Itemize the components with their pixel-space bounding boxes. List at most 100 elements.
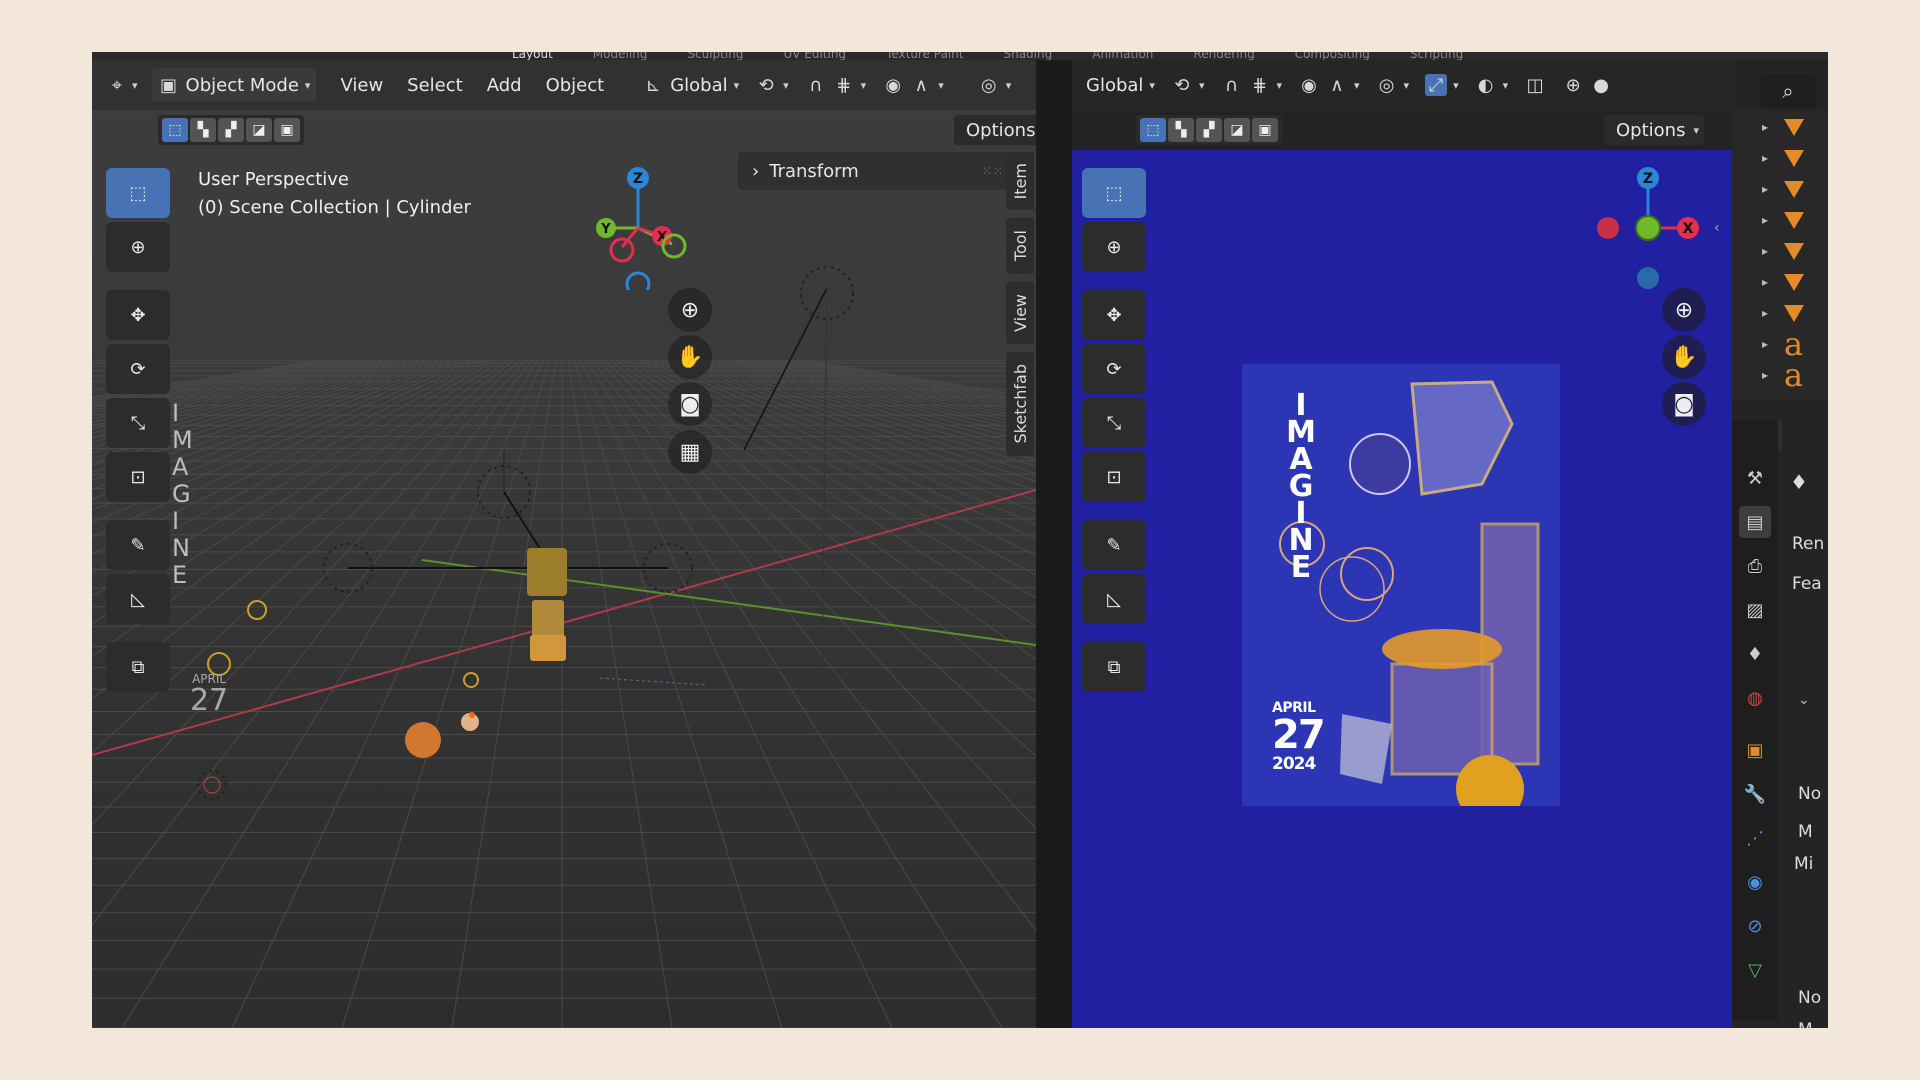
scale-tool[interactable]: ⤡ [1082,398,1146,448]
left-3d-viewport[interactable]: ⌖ ▾ ▣ Object Mode ▾ View Select Add Obje… [92,60,1036,1028]
cursor-3d[interactable] [197,770,227,800]
menu-view[interactable]: View [334,68,389,102]
cursor-tool[interactable]: ⊕ [1082,222,1146,272]
select-new-icon[interactable]: ⬚ [162,118,188,142]
zoom-button[interactable]: ⊕ [668,288,712,332]
outliner-row[interactable]: ▸ a [1762,328,1828,360]
workspace-tab[interactable]: Modeling [593,52,648,60]
y-axis-ball[interactable] [1635,215,1661,241]
tab-item[interactable]: Item [1006,152,1034,210]
camera-view-button[interactable]: ◙ [1662,382,1706,426]
outliner-row[interactable]: ▸ [1762,236,1828,266]
transform-orientation-dropdown[interactable]: ⊾ Global ▾ [636,68,745,102]
tab-tool[interactable]: Tool [1006,218,1034,274]
modifier-tab[interactable]: 🔧 [1739,778,1771,810]
outliner-row[interactable]: ▸ [1762,267,1828,297]
render-tab[interactable]: ▤ [1739,506,1771,538]
scale-tool[interactable]: ⤡ [106,398,170,448]
transform-tool[interactable]: ⊡ [1082,452,1146,502]
menu-object[interactable]: Object [540,68,611,102]
tab-view[interactable]: View [1006,282,1034,344]
workspace-tab[interactable]: Scripting [1410,52,1463,60]
workspace-tab[interactable]: Rendering [1193,52,1254,60]
cursor-tool[interactable]: ⊕ [106,222,170,272]
drag-handle-icon[interactable]: ⁙⁙ [982,164,1004,178]
workspace-tab[interactable]: Layout [512,52,553,60]
tab-sketchfab[interactable]: Sketchfab [1006,352,1034,456]
tool-tab[interactable]: ⚒ [1739,462,1771,494]
scene-tab[interactable]: ♦ [1739,638,1771,670]
snap-toggle[interactable]: ∩ ⋕ ▾ [799,68,873,102]
measure-tool[interactable]: ◺ [106,574,170,624]
xray-toggle[interactable]: ◫ [1518,68,1552,102]
outliner-row[interactable]: ▸ [1762,174,1828,204]
snap-toggle[interactable]: ∩ ⋕ ▾ [1214,68,1288,102]
outliner-row[interactable]: ▸ [1762,205,1828,235]
area-split-bar[interactable] [1036,60,1072,1028]
workspace-tab[interactable]: Shading [1003,52,1052,60]
ortho-toggle-button[interactable]: ▦ [668,430,712,474]
workspace-tab[interactable]: Animation [1092,52,1153,60]
options-dropdown[interactable]: Options ▾ [954,115,1036,145]
editor-type-icon[interactable]: ⌖ [106,74,128,96]
select-box-tool[interactable]: ⬚ [1082,168,1146,218]
pivot-point-dropdown[interactable]: ⟲ ▾ [1165,68,1211,102]
select-subtract-icon[interactable]: ▞ [218,118,244,142]
chevron-left-icon[interactable]: ‹ [1714,220,1720,236]
transform-orientation-dropdown[interactable]: Global ▾ [1080,68,1161,102]
object-tab[interactable]: ▣ [1739,734,1771,766]
data-tab[interactable]: ▽ [1739,954,1771,986]
navigation-gizmo[interactable]: Z Y X [592,160,712,290]
pivot-point-dropdown[interactable]: ⟲ ▾ [749,68,795,102]
output-tab[interactable]: ⎙ [1739,550,1771,582]
select-intersect-icon[interactable]: ▣ [1252,118,1278,142]
options-dropdown[interactable]: Options ▾ [1604,115,1704,145]
move-tool[interactable]: ✥ [106,290,170,340]
zoom-button[interactable]: ⊕ [1662,288,1706,332]
move-tool[interactable]: ✥ [1082,290,1146,340]
chevron-down-icon[interactable]: ⌄ [1798,692,1810,708]
select-subtract-icon[interactable]: ▞ [1196,118,1222,142]
proportional-editing-toggle[interactable]: ◉ ∧ ▾ [876,68,950,102]
pan-button[interactable]: ✋ [668,335,712,379]
select-new-icon[interactable]: ⬚ [1140,118,1166,142]
particles-tab[interactable]: ⋰ [1739,822,1771,854]
view-layer-tab[interactable]: ▨ [1739,594,1771,626]
outliner-row[interactable]: ▸ [1762,112,1828,142]
add-cube-tool[interactable]: ⧉ [1082,642,1146,692]
annotate-tool[interactable]: ✎ [106,520,170,570]
outliner-row[interactable]: ▸ a [1762,359,1828,391]
menu-select[interactable]: Select [401,68,469,102]
rotate-tool[interactable]: ⟳ [1082,344,1146,394]
workspace-tab[interactable]: UV Editing [783,52,846,60]
select-intersect-icon[interactable]: ▣ [274,118,300,142]
fluffy-sphere-object[interactable] [405,722,441,758]
proportional-editing-toggle[interactable]: ◉ ∧ ▾ [1292,68,1366,102]
neg-x-axis-ball[interactable] [1597,217,1619,239]
select-invert-icon[interactable]: ◪ [246,118,272,142]
measure-tool[interactable]: ◺ [1082,574,1146,624]
workspace-tab[interactable]: Texture Paint [886,52,963,60]
world-tab[interactable]: ◍ [1739,682,1771,714]
camera-view-button[interactable]: ◙ [668,382,712,426]
workspace-tab[interactable]: Sculpting [687,52,743,60]
menu-add[interactable]: Add [481,68,528,102]
letter-r-object[interactable] [527,548,567,596]
search-button[interactable]: ⌕ [1760,74,1816,108]
visibility-dropdown[interactable]: ◎ ▾ [1370,68,1416,102]
select-extend-icon[interactable]: ▚ [190,118,216,142]
transform-tool[interactable]: ⊡ [106,452,170,502]
outliner-row[interactable]: ▸ [1762,143,1828,173]
overlays-toggle[interactable]: ◐ ▾ [1469,68,1515,102]
outliner-row[interactable]: ▸ [1762,298,1828,328]
select-box-tool[interactable]: ⬚ [106,168,170,218]
physics-tab[interactable]: ◉ [1739,866,1771,898]
visibility-dropdown[interactable]: ◎ ▾ [972,68,1018,102]
navigation-gizmo[interactable]: Z X [1572,160,1722,290]
neg-z-axis-ball[interactable] [1637,267,1659,289]
transform-panel-header[interactable]: › Transform ⁙⁙ [738,152,1018,190]
constraints-tab[interactable]: ⊘ [1739,910,1771,942]
rotate-tool[interactable]: ⟳ [106,344,170,394]
outliner[interactable]: ▸ ▸ ▸ ▸ ▸ ▸ ▸ ▸ a ▸ a [1732,110,1828,400]
annotate-tool[interactable]: ✎ [1082,520,1146,570]
